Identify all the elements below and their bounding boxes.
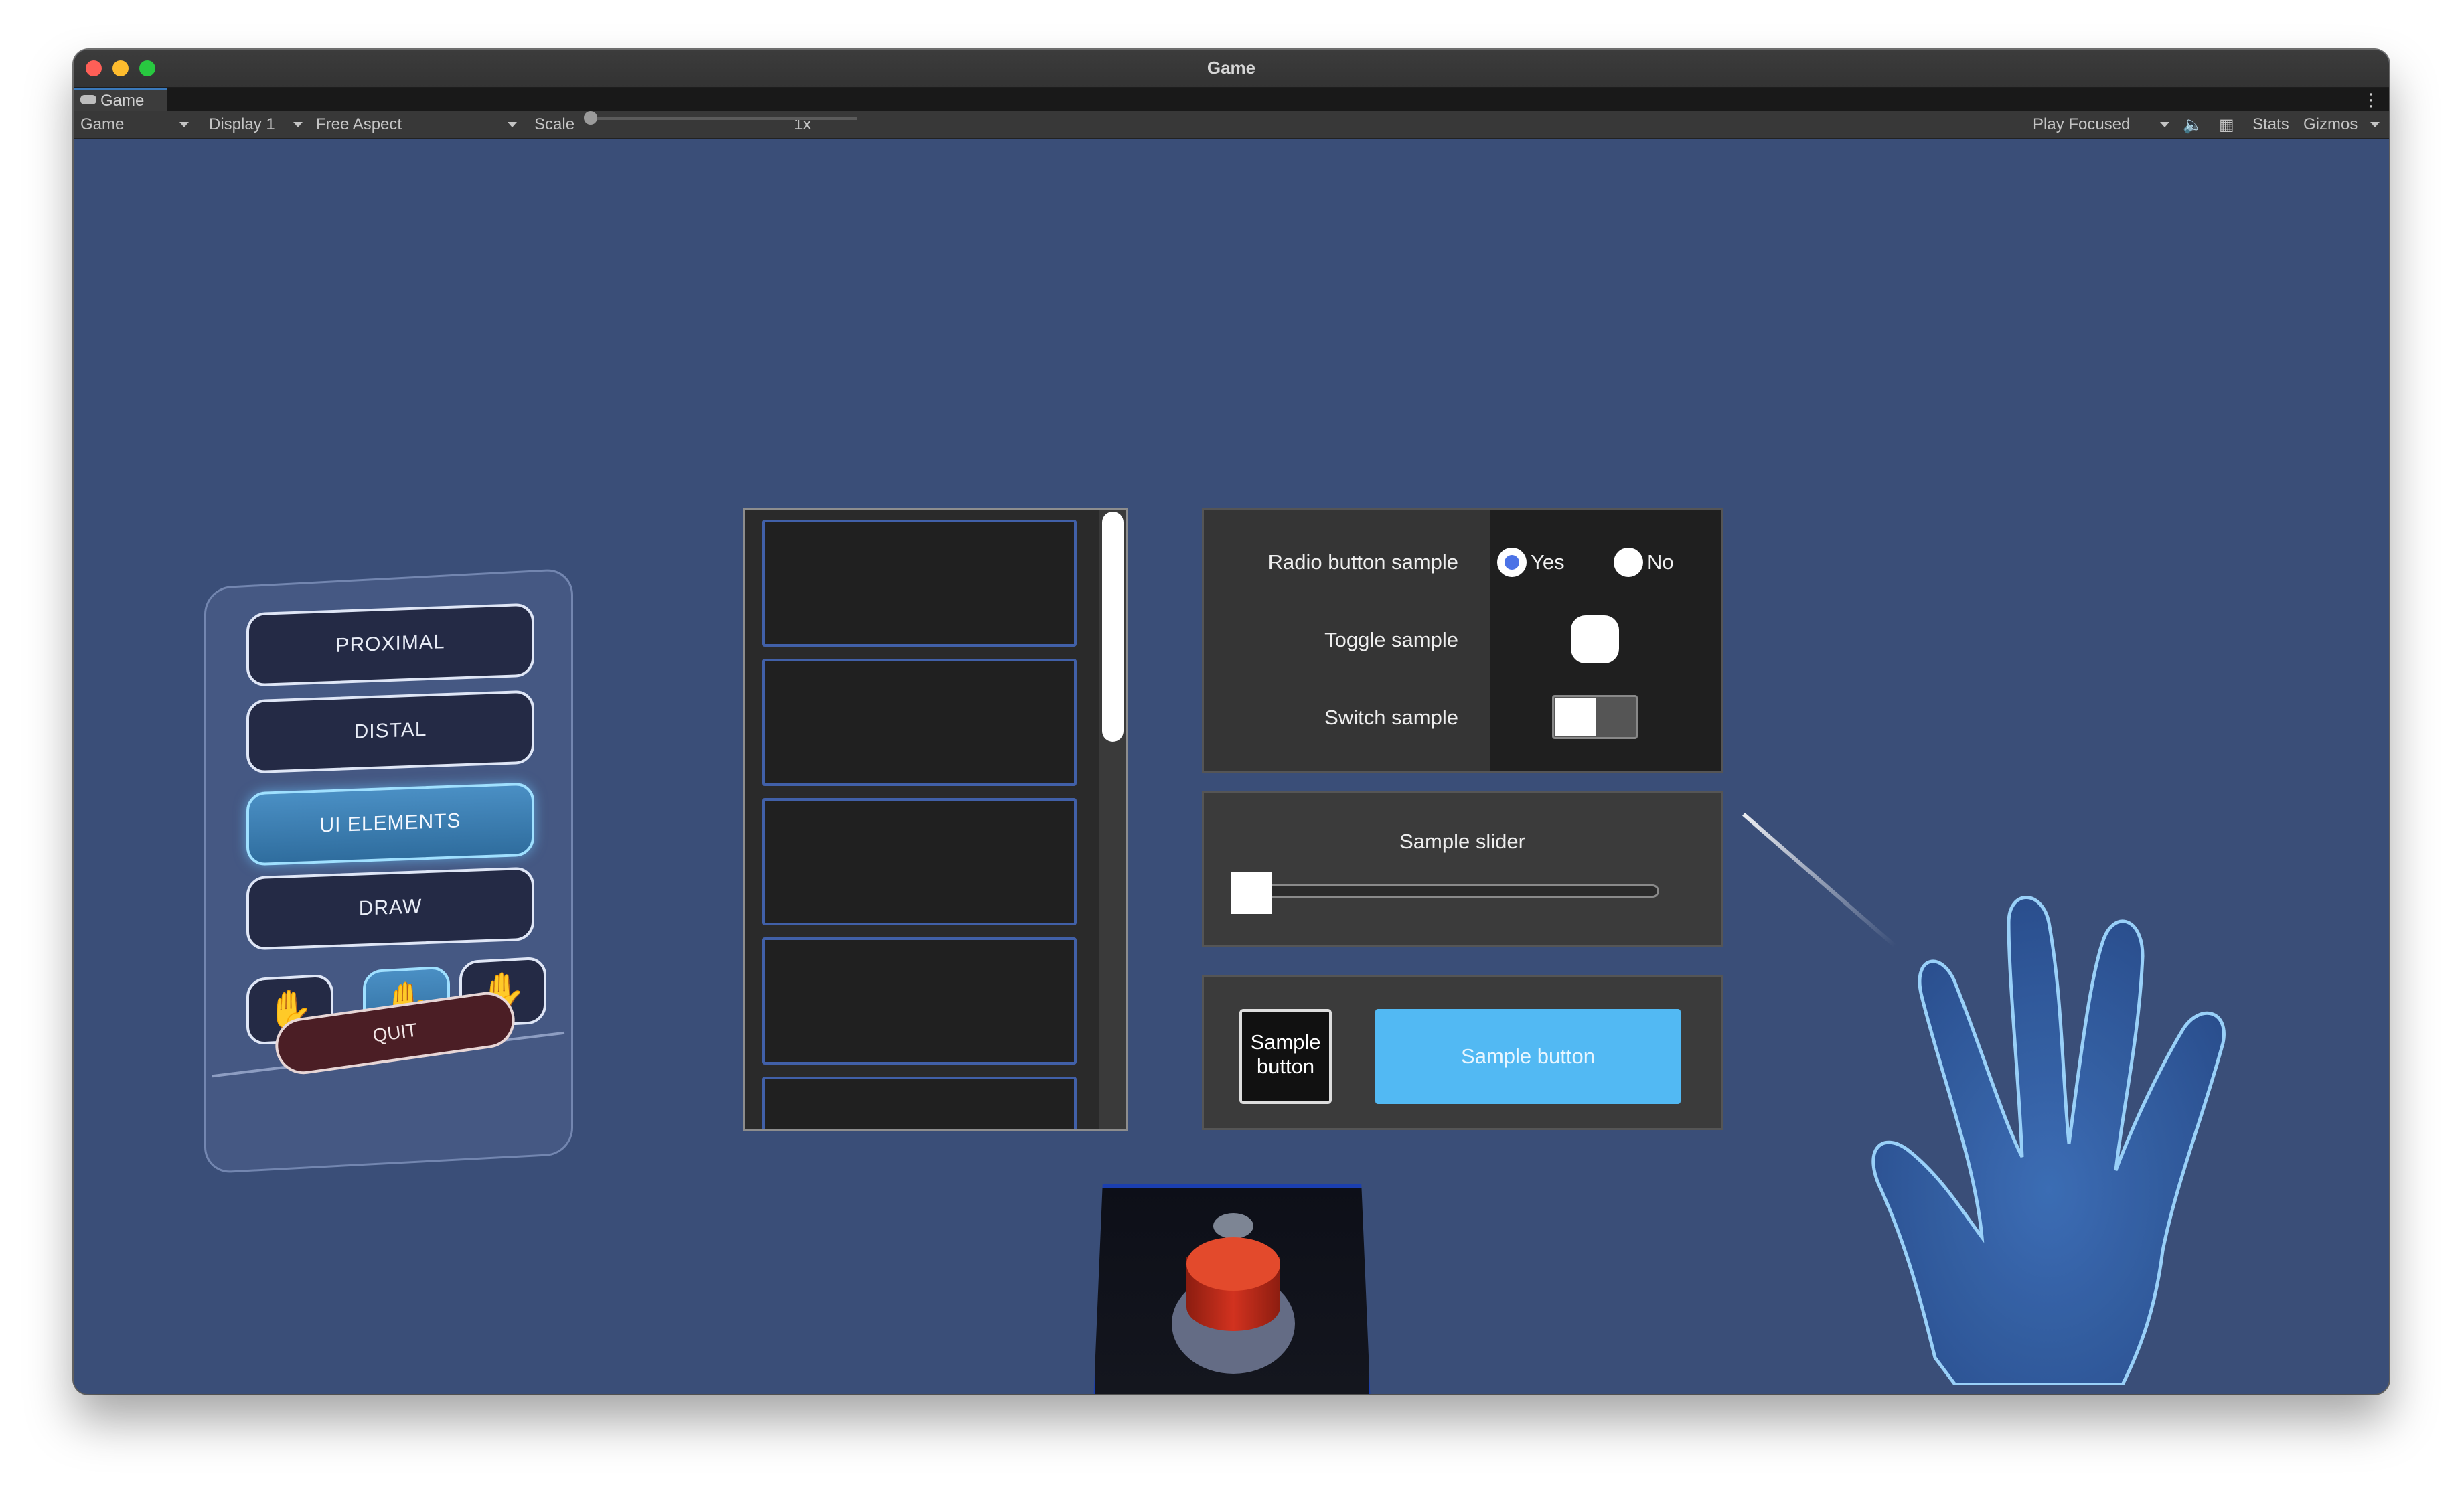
sample-slider-handle[interactable] (1231, 872, 1272, 914)
pedestal-cap (1213, 1213, 1253, 1239)
switch-sample-label: Switch sample (1324, 706, 1458, 729)
window-title: Game (1207, 58, 1256, 78)
menu-button-draw[interactable]: DRAW (246, 866, 534, 951)
push-button-top[interactable] (1186, 1237, 1280, 1291)
scale-slider-track[interactable] (589, 117, 857, 120)
mute-audio-icon[interactable]: 🔈 (2183, 115, 2203, 135)
chevron-down-icon (2370, 122, 2380, 127)
display-dropdown[interactable]: Display 1 (209, 115, 275, 134)
radio-no[interactable] (1614, 548, 1643, 577)
button-panel: Sample button Sample button (1202, 975, 1723, 1130)
view-mode-dropdown[interactable]: Game (80, 115, 124, 134)
switch-sample[interactable] (1552, 695, 1638, 739)
gamepad-icon (80, 95, 96, 104)
chevron-down-icon (2160, 122, 2169, 127)
sample-slider-track[interactable] (1237, 884, 1659, 898)
list-item[interactable] (762, 1077, 1077, 1129)
tab-bar: Game ⋮ (74, 88, 2389, 111)
virtual-hand (1871, 896, 2226, 1385)
scale-slider-handle[interactable] (584, 111, 597, 125)
radio-yes-label: Yes (1531, 550, 1565, 574)
list-item[interactable] (762, 520, 1077, 647)
list-item[interactable] (762, 937, 1077, 1065)
chevron-down-icon (293, 122, 303, 127)
menu-button-proximal[interactable]: PROXIMAL (246, 603, 534, 687)
more-options-icon[interactable]: ⋮ (2362, 90, 2380, 110)
tab-game-label: Game (100, 92, 145, 110)
toggle-sample[interactable] (1571, 615, 1619, 663)
switch-knob (1555, 698, 1596, 736)
game-window: Game Game ⋮ Game Display 1 Free Aspect S… (74, 50, 2389, 1394)
slider-panel: Sample slider (1202, 791, 1723, 947)
chevron-down-icon (179, 122, 189, 127)
game-toolbar: Game Display 1 Free Aspect Scale 1x Play… (74, 111, 2389, 139)
game-viewport: PROXIMAL DISTAL UI ELEMENTS DRAW ✋ ✋ ✋ Q… (74, 139, 2389, 1394)
scroll-list[interactable] (743, 508, 1128, 1131)
sample-button-small[interactable]: Sample button (1239, 1009, 1332, 1104)
gizmos-button[interactable]: Gizmos (2303, 115, 2358, 134)
list-item[interactable] (762, 798, 1077, 925)
radio-yes[interactable] (1497, 548, 1527, 577)
radio-no-label: No (1647, 550, 1674, 574)
menu-button-ui-elements[interactable]: UI ELEMENTS (246, 782, 534, 866)
play-mode-dropdown[interactable]: Play Focused (2033, 115, 2130, 134)
tab-game[interactable]: Game (74, 88, 167, 111)
title-bar: Game (74, 50, 2389, 88)
keyboard-shortcuts-icon[interactable]: ▦ (2219, 115, 2234, 135)
list-item[interactable] (762, 659, 1077, 786)
menu-button-distal[interactable]: DISTAL (246, 690, 534, 774)
aspect-dropdown[interactable]: Free Aspect (316, 115, 402, 134)
radio-sample-label: Radio button sample (1267, 550, 1458, 574)
chevron-down-icon (508, 122, 517, 127)
toggle-sample-label: Toggle sample (1324, 628, 1458, 651)
slider-label: Sample slider (1399, 830, 1525, 853)
sample-button-large[interactable]: Sample button (1375, 1009, 1681, 1104)
stats-button[interactable]: Stats (2252, 115, 2289, 134)
controls-panel: Radio button sample Toggle sample Switch… (1202, 508, 1723, 773)
scrollbar-thumb[interactable] (1102, 512, 1124, 742)
scale-label: Scale (534, 115, 575, 133)
